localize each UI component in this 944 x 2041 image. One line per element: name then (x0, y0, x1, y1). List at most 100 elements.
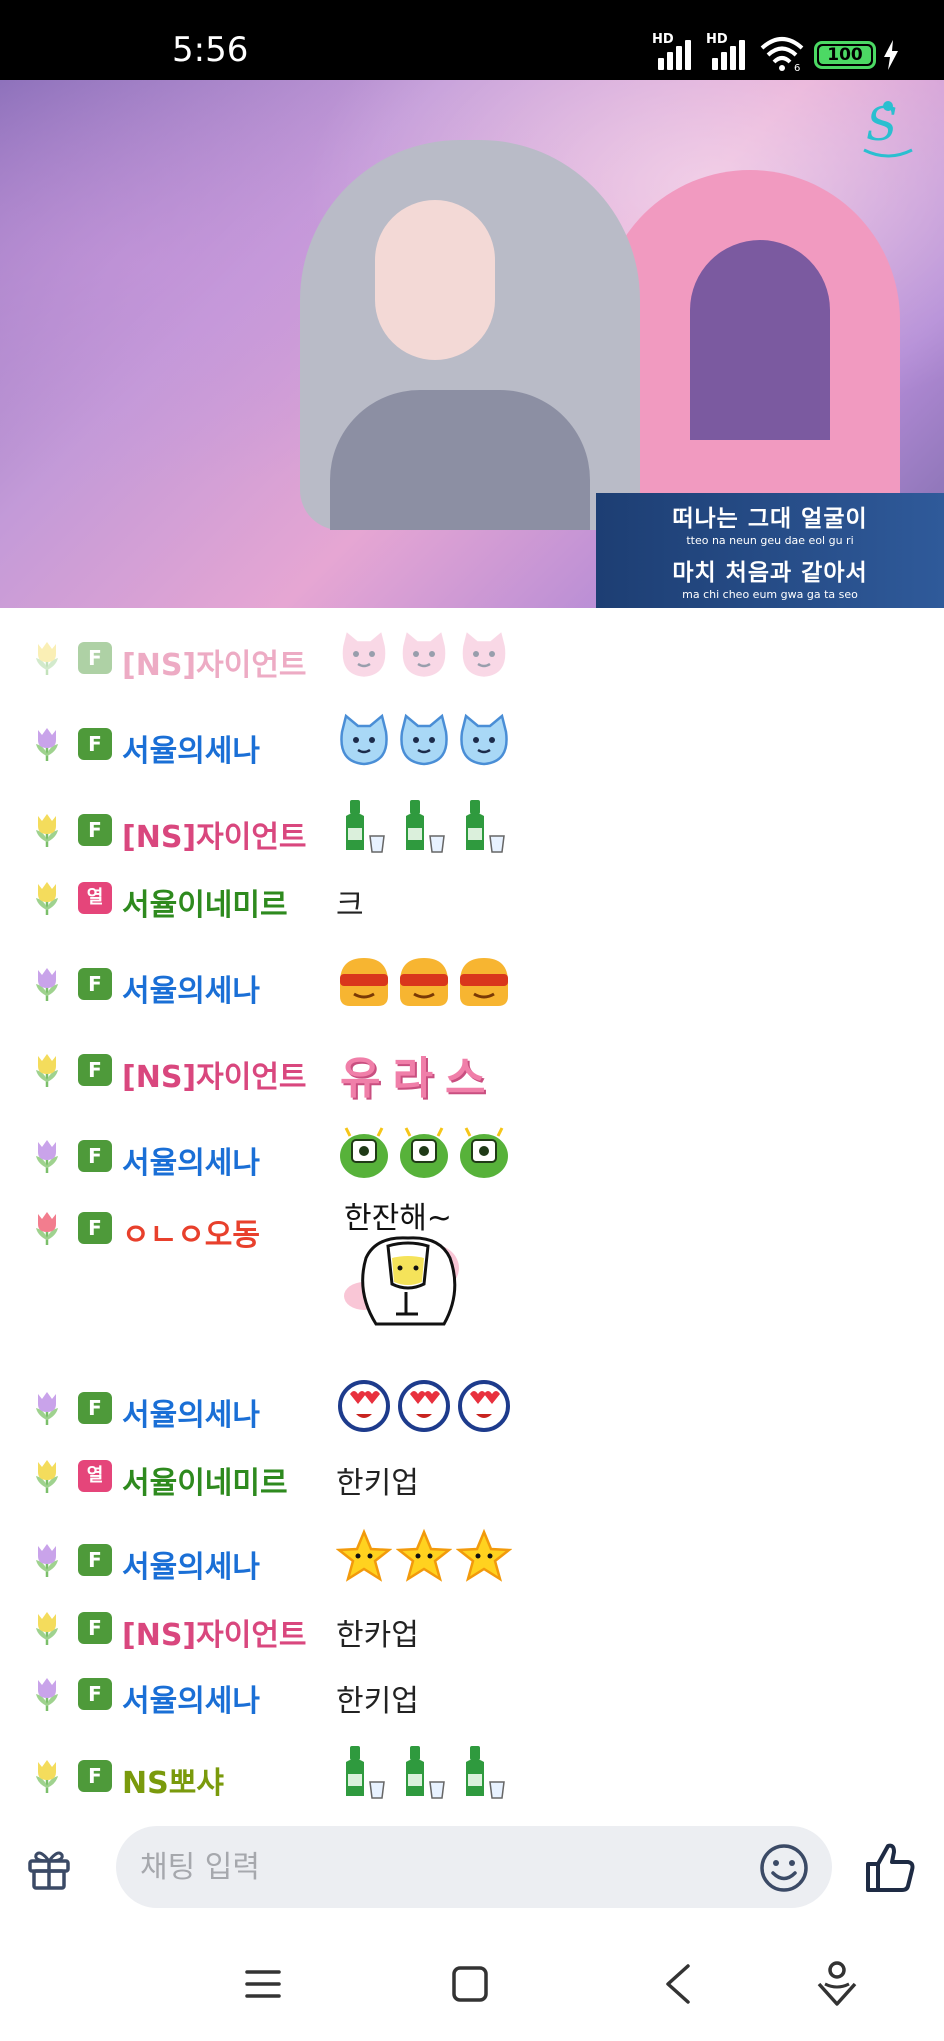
sticker-item-icon (400, 958, 448, 1006)
soju-bottle-sticker (336, 798, 516, 858)
wifi-icon: 6 (760, 37, 804, 72)
tulip-grade-icon (36, 882, 58, 915)
cool-face-sticker (336, 952, 516, 1012)
chat-nickname[interactable]: 서율의세나 (122, 726, 260, 770)
fan-badge: F (78, 814, 112, 846)
sticker-item-icon (406, 800, 445, 853)
chat-message[interactable]: 열 서율이네미르 한키업 (0, 1448, 944, 1508)
chat-nickname[interactable]: 서율의세나 (122, 1390, 260, 1434)
chat-text: 크 (336, 888, 364, 923)
chat-nickname[interactable]: 서율이네미르 (122, 880, 288, 924)
cheers-sticker: 한잔해~ (344, 1201, 459, 1326)
fan-badge: F (78, 1760, 112, 1792)
chat-message[interactable]: F [NS]자이언트 (0, 627, 944, 690)
streamer-face (375, 200, 495, 360)
sticker-item-icon (406, 1746, 445, 1799)
green-monster-sticker (336, 1124, 516, 1184)
tulip-grade-icon (36, 814, 58, 847)
chat-input[interactable] (116, 1826, 832, 1908)
sticker-item-icon (336, 1528, 392, 1582)
tulip-grade-icon (36, 728, 58, 761)
lyric-line: 마치 처음과 같아서 (672, 560, 868, 586)
status-time: 5:56 (172, 30, 249, 70)
chat-list[interactable]: F [NS]자이언트 F 서율의세나 F [NS]자이언트 열 서율이네미르 크… (0, 608, 944, 1820)
chat-message[interactable]: F 서율의세나 한키업 (0, 1666, 944, 1726)
yuras-sticker (336, 626, 516, 686)
blue-cat-sticker (336, 712, 516, 772)
chat-message[interactable]: F ㅇㄴㅇ오동 한잔해~ (0, 1200, 944, 1350)
home-icon[interactable] (452, 1966, 488, 2002)
status-bar: 5:56 HD HD 6 100 (0, 0, 944, 80)
fan-badge-hot: 열 (78, 882, 112, 914)
star-sticker (336, 1528, 516, 1588)
menu-icon[interactable] (245, 1966, 281, 2002)
chat-nickname[interactable]: [NS]자이언트 (122, 812, 307, 856)
tulip-grade-icon (36, 1760, 58, 1793)
chat-nickname[interactable]: ㅇㄴㅇ오동 (122, 1210, 260, 1254)
assistant-icon[interactable] (816, 1960, 858, 2006)
emoji-icon[interactable] (758, 1842, 810, 1894)
fan-badge: F (78, 1212, 112, 1244)
sticker-item-icon (400, 713, 448, 766)
gift-icon[interactable] (26, 1845, 72, 1891)
chat-nickname[interactable]: [NS]자이언트 (122, 640, 307, 684)
svg-text:6: 6 (794, 63, 800, 72)
sticker-item-icon (460, 958, 508, 1006)
video-player[interactable]: S 떠나는 그대 얼굴이 tteo na neun geu dae eol gu… (0, 80, 944, 608)
tulip-grade-icon (36, 1612, 58, 1645)
sticker-item-icon (400, 627, 448, 680)
sticker-item-icon (466, 1746, 505, 1799)
chat-text: 한카업 (336, 1618, 419, 1653)
chat-message[interactable]: F NS뽀샤 (0, 1746, 944, 1808)
sticker-item-icon (340, 713, 388, 766)
video-background-arch-opening (690, 240, 830, 440)
chat-nickname[interactable]: 서율의세나 (122, 1542, 260, 1586)
chat-message[interactable]: F [NS]자이언트 (0, 800, 944, 862)
chat-nickname[interactable]: 서율의세나 (122, 966, 260, 1010)
channel-logo-icon: S (863, 97, 913, 158)
chat-message[interactable]: F [NS]자이언트 한카업 (0, 1600, 944, 1660)
chat-message[interactable]: F 서율의세나 (0, 713, 944, 776)
sticker-item-icon (398, 1380, 450, 1432)
fan-badge: F (78, 1678, 112, 1710)
chat-nickname[interactable]: 서율이네미르 (122, 1458, 288, 1502)
chat-nickname[interactable]: NS뽀샤 (122, 1758, 224, 1802)
fan-badge: F (78, 1612, 112, 1644)
chat-message[interactable]: F 서율의세나 (0, 1127, 944, 1188)
tulip-grade-icon (36, 1054, 58, 1087)
chat-message[interactable]: F 서율의세나 (0, 956, 944, 1016)
lyric-romanization: ma chi cheo eum gwa ga ta seo (682, 588, 858, 601)
charging-icon (884, 40, 898, 70)
chat-nickname[interactable]: 서율의세나 (122, 1138, 260, 1182)
fan-badge: F (78, 1544, 112, 1576)
chat-message[interactable]: F 서율의세나 (0, 1528, 944, 1592)
sticker-item-icon (456, 1528, 512, 1582)
tulip-grade-icon (36, 1212, 58, 1245)
lyrics-overlay: 떠나는 그대 얼굴이 tteo na neun geu dae eol gu r… (596, 493, 944, 608)
tulip-grade-icon (36, 1460, 58, 1493)
battery-icon: 100 (814, 41, 876, 69)
lyric-line: 떠나는 그대 얼굴이 (672, 506, 868, 532)
chat-nickname[interactable]: [NS]자이언트 (122, 1610, 307, 1654)
fan-badge: F (78, 1054, 112, 1086)
sticker-item-icon (346, 1746, 385, 1799)
sticker-item-icon (460, 627, 508, 680)
soju-bottle-sticker (336, 1744, 516, 1804)
sticker-item-icon (340, 1127, 388, 1178)
fan-badge: F (78, 1392, 112, 1424)
signal-strength-icon: HD (706, 32, 750, 70)
sticker-item-icon (340, 627, 388, 680)
svg-text:한잔해~: 한잔해~ (344, 1201, 452, 1236)
sticker-item-icon (460, 713, 508, 766)
chat-message[interactable]: F 서율의세나 (0, 1380, 944, 1440)
back-icon[interactable] (664, 1964, 692, 2004)
chat-nickname[interactable]: [NS]자이언트 (122, 1052, 307, 1096)
chat-message[interactable]: 열 서율이네미르 크 (0, 870, 944, 930)
thumbs-up-icon[interactable] (862, 1840, 918, 1896)
sticker-item-icon (340, 958, 388, 1006)
sticker-item-icon (338, 1380, 390, 1432)
chat-message[interactable]: F [NS]자이언트 유라스 (0, 1042, 944, 1104)
chat-nickname[interactable]: 서율의세나 (122, 1676, 260, 1720)
fan-badge-hot: 열 (78, 1460, 112, 1492)
sticker-item-icon (400, 1127, 448, 1178)
